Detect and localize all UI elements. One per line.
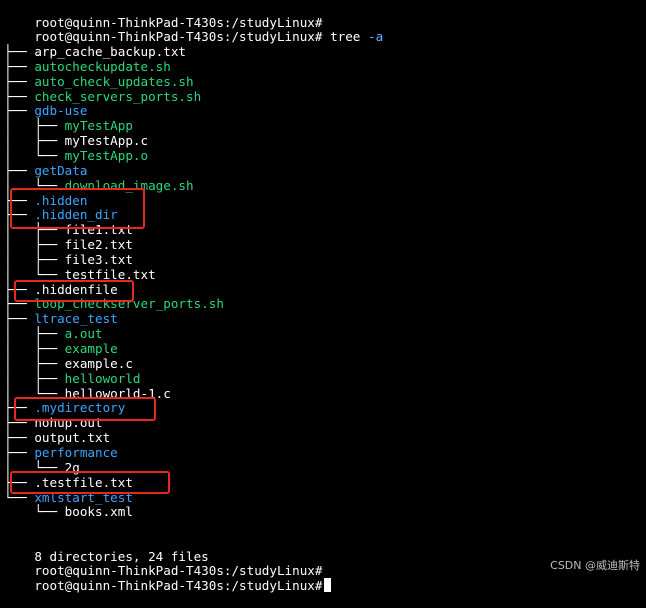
tree-branch-glyph: ├── [4, 103, 35, 119]
tree-entry: ├── ltrace_test [4, 311, 118, 326]
tree-entry: │ └── myTestApp.o [4, 148, 148, 163]
tree-entry-name: output.txt [34, 430, 111, 446]
tree-entry: │ ├── helloworld [4, 371, 141, 386]
tree-branch-glyph: ├── [4, 88, 35, 104]
tree-entry: │ ├── file2.txt [4, 237, 133, 252]
highlight-box-testfile [10, 471, 170, 494]
prompt: root@quinn-ThinkPad-T430s:/studyLinux# [34, 578, 323, 593]
prompt-line-3[interactable]: root@quinn-ThinkPad-T430s:/studyLinux# [4, 563, 332, 593]
tree-branch-glyph: │ └── [4, 147, 65, 163]
tree-branch-glyph: ├── [4, 311, 35, 327]
tree-branch-glyph: │ ├── [4, 133, 65, 149]
tree-entry-name: check_servers_ports.sh [34, 88, 202, 104]
tree-entry-name: myTestApp.c [64, 133, 149, 149]
tree-entry: │ ├── myTestApp.c [4, 133, 148, 148]
tree-entry-name: getData [34, 162, 88, 178]
tree-branch-glyph: │ ├── [4, 251, 65, 267]
tree-entry: ├── autocheckupdate.sh [4, 59, 171, 74]
highlight-box-hidden [10, 188, 145, 229]
tree-entry: │ ├── a.out [4, 326, 103, 341]
prompt: root@quinn-ThinkPad-T430s:/studyLinux# [34, 29, 323, 44]
tree-entry-name: arp_cache_backup.txt [34, 44, 186, 59]
terminal-window[interactable]: root@quinn-ThinkPad-T430s:/studyLinux# r… [0, 0, 646, 593]
tree-entry: │ ├── example.c [4, 356, 133, 371]
tree-entry: ├── output.txt [4, 430, 110, 445]
tree-entry: ├── auto_check_updates.sh [4, 74, 194, 89]
highlight-box-hiddenfile [14, 280, 134, 302]
tree-entry: ├── getData [4, 163, 87, 178]
tree-branch-glyph: ├── [4, 58, 35, 74]
tree-branch-glyph: │ ├── [4, 355, 65, 371]
command-arg: -a [368, 29, 384, 44]
highlight-box-mydirectory [14, 397, 156, 421]
tree-entry-name: helloworld [64, 370, 141, 386]
tree-entry-name: auto_check_updates.sh [34, 73, 194, 89]
tree-entry: └── books.xml [4, 504, 133, 519]
tree-entry: ├── arp_cache_backup.txt [4, 44, 186, 59]
tree-entry-name: a.out [64, 326, 103, 342]
tree-branch-glyph: │ ├── [4, 326, 65, 342]
tree-entry: │ ├── myTestApp [4, 118, 133, 133]
tree-entry-name: file3.txt [64, 251, 133, 267]
tree-entry: │ ├── file3.txt [4, 252, 133, 267]
tree-branch-glyph: ├── [4, 44, 35, 59]
tree-branch-glyph: └── [4, 504, 65, 520]
tree-entry-name: example.c [64, 355, 133, 371]
tree-root: . [4, 29, 42, 59]
prompt-line-2: root@quinn-ThinkPad-T430s:/studyLinux# [4, 548, 322, 578]
prompt-line-1: root@quinn-ThinkPad-T430s:/studyLinux# [4, 0, 322, 30]
tree-entry-name: ltrace_test [34, 311, 118, 327]
summary-line: 8 directories, 24 files [4, 534, 208, 564]
tree-entry: │ ├── example [4, 341, 118, 356]
tree-entry-name: autocheckupdate.sh [34, 58, 171, 74]
tree-branch-glyph: ├── [4, 162, 35, 178]
tree-branch-glyph: │ ├── [4, 370, 65, 386]
tree-entry-name: example [64, 341, 118, 356]
tree-entry-name: myTestApp.o [64, 147, 149, 163]
watermark: CSDN @威迪斯特 [550, 559, 640, 572]
command-line: root@quinn-ThinkPad-T430s:/studyLinux# t… [4, 14, 383, 44]
tree-entry-name: gdb-use [34, 103, 88, 119]
tree-entry-name: performance [34, 444, 118, 460]
tree-branch-glyph: ├── [4, 444, 35, 460]
tree-branch-glyph: ├── [4, 430, 35, 446]
tree-branch-glyph: │ ├── [4, 237, 65, 252]
tree-entry-name: books.xml [64, 504, 133, 520]
tree-entry: ├── check_servers_ports.sh [4, 89, 201, 104]
tree-branch-glyph: │ ├── [4, 341, 65, 356]
tree-entry: ├── performance [4, 445, 118, 460]
tree-entry-name: myTestApp [64, 118, 133, 134]
command-name: tree [330, 29, 361, 44]
tree-entry: ├── gdb-use [4, 103, 87, 118]
tree-branch-glyph: ├── [4, 73, 35, 89]
tree-branch-glyph: │ ├── [4, 118, 65, 134]
tree-entry-name: file2.txt [64, 237, 133, 252]
text-cursor [324, 578, 332, 592]
